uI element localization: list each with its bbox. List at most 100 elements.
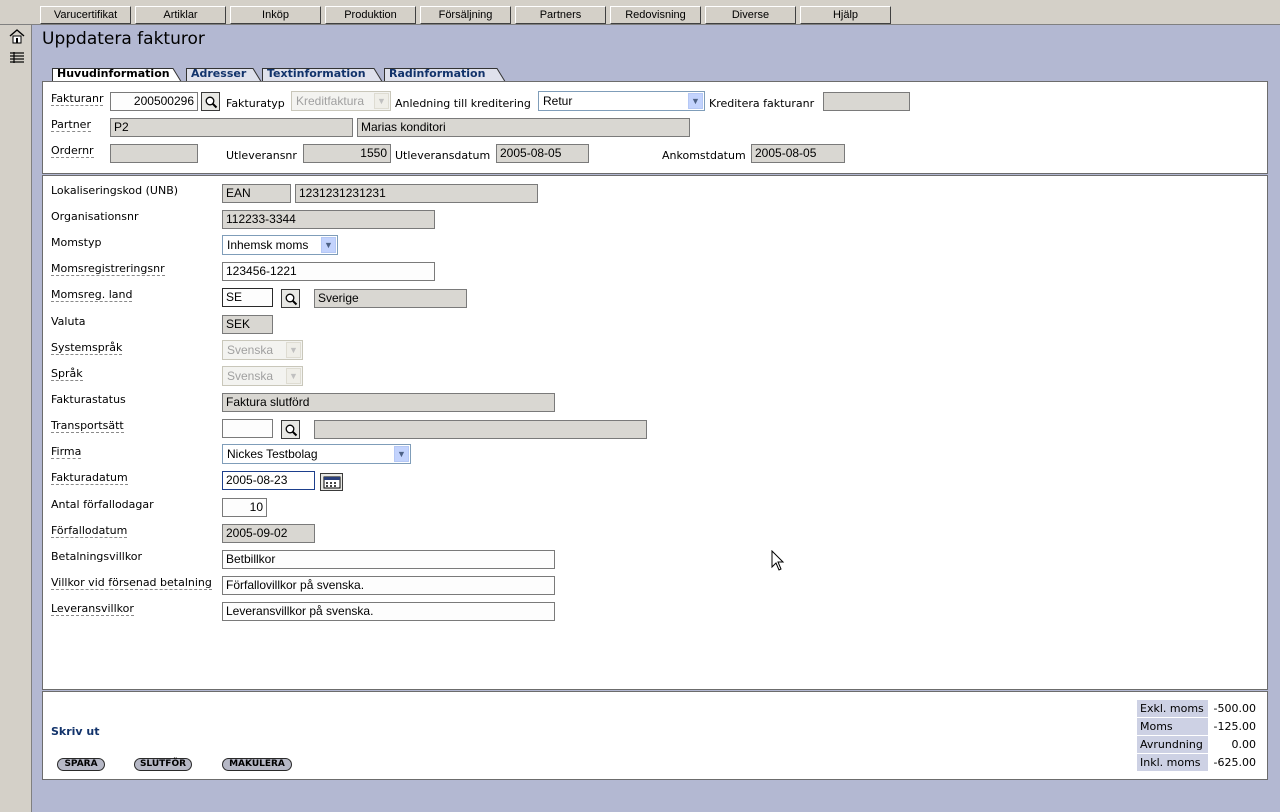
firma-select[interactable]: Nickes Testbolag ▼ bbox=[222, 444, 411, 464]
sprak-select[interactable]: Svenska ▼ bbox=[222, 366, 303, 386]
sprak-label: Språk bbox=[51, 367, 83, 381]
momstyp-select[interactable]: Inhemsk moms ▼ bbox=[222, 235, 338, 255]
lokaliseringskod-type-field[interactable]: EAN bbox=[222, 184, 291, 203]
leveransvillkor-field[interactable]: Leveransvillkor på svenska. bbox=[222, 602, 555, 621]
orgnr-field[interactable]: 112233-3344 bbox=[222, 210, 435, 229]
kreditera-field[interactable] bbox=[823, 92, 910, 111]
ordernr-field[interactable] bbox=[110, 144, 198, 163]
transportsatt-label: Transportsätt bbox=[51, 419, 124, 433]
fakturatyp-label: Fakturatyp bbox=[226, 97, 285, 110]
fakturadatum-field[interactable]: 2005-08-23 bbox=[222, 471, 315, 490]
valuta-label: Valuta bbox=[51, 315, 86, 328]
fakturastatus-field[interactable]: Faktura slutförd bbox=[222, 393, 555, 412]
menu-produktion[interactable]: Produktion bbox=[325, 6, 416, 24]
main-menu-bar: Varucertifikat Artiklar Inköp Produktion… bbox=[0, 0, 1280, 25]
left-toolbar bbox=[0, 25, 32, 812]
momsland-name-field[interactable]: Sverige bbox=[314, 289, 467, 308]
tab-adresser[interactable]: Adresser bbox=[186, 67, 262, 82]
anledning-label: Anledning till kreditering bbox=[395, 97, 531, 110]
ordernr-label: Ordernr bbox=[51, 144, 94, 158]
fakturatyp-select[interactable]: Kreditfaktura ▼ bbox=[291, 91, 391, 111]
fakturanr-field[interactable]: 200500296 bbox=[110, 92, 198, 111]
save-button[interactable]: SPARA bbox=[57, 758, 105, 771]
transportsatt-search-button[interactable] bbox=[281, 420, 300, 439]
betalningsvillkor-field[interactable]: Betbillkor bbox=[222, 550, 555, 569]
totals-value: -625.00 bbox=[1208, 753, 1259, 772]
fakturanr-label: Fakturanr bbox=[51, 92, 104, 106]
page-title: Uppdatera fakturor bbox=[42, 29, 205, 49]
momsland-search-button[interactable] bbox=[281, 289, 300, 308]
search-icon bbox=[285, 293, 298, 306]
betalningsvillkor-label: Betalningsvillkor bbox=[51, 550, 143, 563]
table-row: Avrundning 0.00 bbox=[1136, 735, 1259, 754]
menu-varucertifikat[interactable]: Varucertifikat bbox=[40, 6, 131, 24]
menu-redovisning[interactable]: Redovisning bbox=[610, 6, 701, 24]
forfallodagar-field[interactable]: 10 bbox=[222, 498, 267, 517]
table-row: Moms -125.00 bbox=[1136, 717, 1259, 736]
menu-inkop[interactable]: Inköp bbox=[230, 6, 321, 24]
momsland-label: Momsreg. land bbox=[51, 288, 133, 302]
villkor-forsenad-field[interactable]: Förfallovillkor på svenska. bbox=[222, 576, 555, 595]
lokaliseringskod-label: Lokaliseringskod (UNB) bbox=[51, 184, 179, 197]
print-link[interactable]: Skriv ut bbox=[51, 725, 100, 738]
fakturanr-search-button[interactable] bbox=[201, 92, 220, 111]
utleveransnr-label: Utleveransnr bbox=[226, 149, 297, 162]
ankomstdatum-field[interactable]: 2005-08-05 bbox=[751, 144, 845, 163]
systemsprak-select[interactable]: Svenska ▼ bbox=[222, 340, 303, 360]
menu-hjalp[interactable]: Hjälp bbox=[800, 6, 891, 24]
table-row: Exkl. moms -500.00 bbox=[1136, 699, 1259, 718]
transportsatt-name-field[interactable] bbox=[314, 420, 647, 439]
kreditera-label: Kreditera fakturanr bbox=[709, 97, 815, 110]
mouse-cursor-icon bbox=[771, 549, 785, 575]
fakturastatus-label: Fakturastatus bbox=[51, 393, 126, 406]
menu-artiklar[interactable]: Artiklar bbox=[135, 6, 226, 24]
totals-label: Moms bbox=[1136, 717, 1209, 736]
momstyp-label: Momstyp bbox=[51, 236, 102, 249]
search-icon bbox=[285, 424, 298, 437]
totals-value: -125.00 bbox=[1208, 717, 1259, 736]
search-icon bbox=[205, 96, 218, 109]
partner-code-field[interactable]: P2 bbox=[110, 118, 353, 137]
finish-button[interactable]: SLUTFÖR bbox=[134, 758, 192, 771]
totals-label: Exkl. moms bbox=[1136, 699, 1209, 718]
utleveransdatum-field[interactable]: 2005-08-05 bbox=[496, 144, 589, 163]
menu-forsaljning[interactable]: Försäljning bbox=[420, 6, 511, 24]
momsland-code-field[interactable]: SE bbox=[222, 288, 273, 307]
forfallodatum-field[interactable]: 2005-09-02 bbox=[222, 524, 315, 543]
lokaliseringskod-field[interactable]: 1231231231231 bbox=[295, 184, 538, 203]
void-button[interactable]: MAKULERA bbox=[222, 758, 292, 771]
chevron-down-icon: ▼ bbox=[394, 446, 409, 462]
list-icon[interactable] bbox=[9, 50, 25, 66]
menu-partners[interactable]: Partners bbox=[515, 6, 606, 24]
menu-diverse[interactable]: Diverse bbox=[705, 6, 796, 24]
firma-label: Firma bbox=[51, 445, 82, 459]
totals-label: Avrundning bbox=[1136, 735, 1209, 754]
utleveransdatum-label: Utleveransdatum bbox=[395, 149, 491, 162]
valuta-field[interactable]: SEK bbox=[222, 315, 273, 334]
leveransvillkor-label: Leveransvillkor bbox=[51, 602, 134, 616]
totals-label: Inkl. moms bbox=[1136, 753, 1209, 772]
orgnr-label: Organisationsnr bbox=[51, 210, 139, 223]
villkor-forsenad-label: Villkor vid försenad betalning bbox=[51, 576, 212, 590]
momsregnr-field[interactable]: 123456-1221 bbox=[222, 262, 435, 281]
transportsatt-code-field[interactable] bbox=[222, 419, 273, 438]
tab-huvudinformation[interactable]: Huvudinformation bbox=[52, 67, 182, 82]
calendar-icon bbox=[323, 476, 341, 489]
home-icon[interactable] bbox=[9, 28, 25, 44]
tab-radinformation[interactable]: Radinformation bbox=[384, 67, 506, 82]
partner-label: Partner bbox=[51, 118, 91, 132]
totals-value: 0.00 bbox=[1208, 735, 1259, 754]
chevron-down-icon: ▼ bbox=[286, 368, 301, 384]
utleveransnr-field[interactable]: 1550 bbox=[303, 144, 391, 163]
forfallodatum-label: Förfallodatum bbox=[51, 524, 128, 538]
anledning-select[interactable]: Retur ▼ bbox=[538, 91, 705, 111]
forfallodagar-label: Antal förfallodagar bbox=[51, 498, 154, 511]
momsregnr-label: Momsregistreringsnr bbox=[51, 262, 165, 276]
chevron-down-icon: ▼ bbox=[321, 237, 336, 253]
totals-value: -500.00 bbox=[1208, 699, 1259, 718]
chevron-down-icon: ▼ bbox=[374, 93, 389, 109]
partner-name-field[interactable]: Marias konditori bbox=[357, 118, 690, 137]
tab-textinformation[interactable]: Textinformation bbox=[262, 67, 383, 82]
table-row: Inkl. moms -625.00 bbox=[1136, 753, 1259, 772]
calendar-button[interactable] bbox=[320, 473, 343, 491]
